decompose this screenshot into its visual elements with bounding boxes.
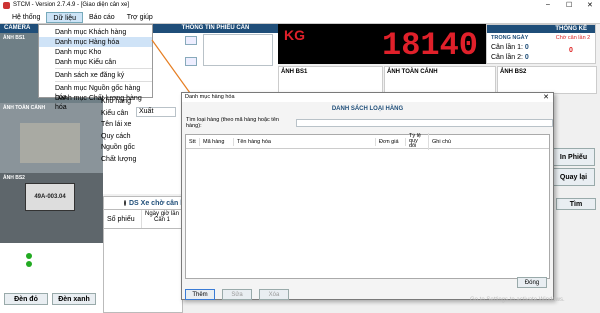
menu-he-thong[interactable]: Hệ thống: [6, 12, 46, 23]
label-ten-lai-xe: Tên lái xe: [101, 121, 132, 128]
kieu-can-field[interactable]: Xuất: [136, 107, 176, 117]
can1-value: 0: [524, 44, 529, 51]
col-ma-hang: Mã hàng: [200, 137, 234, 146]
dialog-close-icon[interactable]: ✕: [543, 93, 549, 101]
camera-bs2: ẢNH BS2 49A-003.04: [0, 173, 103, 243]
stats-header: THỐNG KÊ: [487, 25, 595, 33]
menu-chat-luong[interactable]: Danh mục Chất lượng hàng hóa: [39, 93, 152, 111]
label-quy-cach: Quy cách: [101, 132, 131, 140]
ticket-header: THÔNG TIN PHIẾU CÂN: [153, 24, 278, 33]
menu-bao-cao[interactable]: Báo cáo: [83, 12, 121, 23]
can2-label: Cân lần 2:: [491, 54, 523, 61]
close-dialog-button[interactable]: Đóng: [517, 277, 547, 288]
photo-bs2-label: ẢNH BS2: [500, 69, 527, 75]
col-so-phieu: Số phiếu: [104, 210, 142, 228]
menu-danh-muc-hang-hoa[interactable]: Danh mục Hàng hóa: [39, 37, 152, 47]
light-green-2-icon: [26, 261, 32, 267]
photo-bs2: ẢNH BS2: [497, 66, 597, 94]
radio-icon[interactable]: [124, 200, 126, 206]
dialog-hang-hoa: Danh mục hàng hóa ✕ DANH SÁCH LOẠI HÀNG …: [181, 92, 554, 300]
back-button[interactable]: Quay lại: [552, 168, 595, 186]
dialog-table: Stt Mã hàng Tên hàng hóa Đơn giá Tỷ lệ q…: [185, 133, 550, 279]
menu-nguon-goc[interactable]: Danh mục Nguồn gốc hàng hóa: [39, 83, 152, 101]
print-button[interactable]: In Phiếu: [552, 148, 595, 166]
close-button[interactable]: ✕: [587, 1, 593, 9]
truck-image: [20, 123, 80, 163]
light-green-1-icon: [26, 253, 32, 259]
col-don-gia: Đơn giá: [376, 137, 406, 146]
col-ghi-chu: Ghi chú: [432, 138, 451, 145]
du-lieu-dropdown: Danh mục Khách hàng Danh mục Hàng hóa Da…: [38, 24, 153, 111]
activation-watermark: Go to Settings to activate Windows.: [470, 297, 565, 303]
label-nguon-goc: Nguồn gốc: [101, 144, 135, 151]
arrow-annotation: [151, 39, 191, 94]
scale-value: 18140: [381, 27, 478, 64]
delete-button[interactable]: Xóa: [259, 289, 289, 300]
dialog-search-input[interactable]: [296, 119, 553, 127]
label-chat-luong: Chất lượng: [101, 155, 137, 163]
edit-button[interactable]: Sửa: [222, 289, 252, 300]
camera-bs1-label: ẢNH BS1: [3, 35, 25, 41]
label-kieu-can: Kiểu cân: [101, 109, 129, 117]
camera-bs2-label: ẢNH BS2: [3, 175, 25, 181]
pending-value: 0: [569, 47, 573, 54]
stats-can1: Cân lần 1: 0: [491, 44, 529, 51]
add-button[interactable]: Thêm: [185, 289, 215, 300]
window-title: STCM - Version 2.7.4.9 - [Giao diện cân …: [13, 2, 130, 8]
menu-tro-giup[interactable]: Trợ giúp: [121, 12, 159, 23]
camera-toan-canh-label: ẢNH TOÀN CẢNH: [3, 105, 46, 111]
scale-unit: KG: [284, 27, 305, 43]
photo-bs1-label: ẢNH BS1: [281, 69, 308, 75]
col-ten-hang: Tên hàng hóa: [234, 137, 376, 146]
search-button[interactable]: Tìm: [556, 198, 596, 210]
minimize-button[interactable]: –: [546, 1, 550, 8]
red-light-button[interactable]: Đèn đỏ: [4, 293, 48, 305]
plate-image: 49A-003.04: [25, 183, 75, 211]
traffic-light-area: [0, 243, 103, 293]
pending-label: Chờ cân lần 2: [555, 35, 591, 41]
can2-value: 0: [524, 54, 529, 61]
photo-toan-canh: ẢNH TOÀN CẢNH: [384, 66, 496, 94]
menu-separator: [55, 68, 152, 69]
green-light-button[interactable]: Đèn xanh: [52, 293, 96, 305]
col-ty-le: Tỷ lệ quy đổi: [406, 133, 429, 150]
waiting-panel: DS Xe chờ cân lần 2 Số phiếu Ngày giờ lầ…: [103, 196, 196, 313]
ticket-info-box: [203, 34, 273, 66]
menu-du-lieu[interactable]: Dữ liệu: [46, 12, 84, 23]
ticket-labels: Kho hàng Kiểu cân Tên lái xe Quy cách Ng…: [101, 96, 137, 165]
stats-can2: Cân lần 2: 0: [491, 54, 529, 61]
camera-toan-canh: ẢNH TOÀN CẢNH: [0, 103, 103, 173]
dialog-search-label: Tìm loại hàng (theo mã hàng hoặc tên hàn…: [186, 117, 279, 129]
dialog-titlebar: Danh mục hàng hóa ✕: [182, 93, 553, 102]
dialog-table-header: Stt Mã hàng Tên hàng hóa Đơn giá Tỷ lệ q…: [186, 133, 549, 150]
menu-danh-muc-khach-hang[interactable]: Danh mục Khách hàng: [39, 27, 152, 37]
menu-bar: Hệ thống Dữ liệu Báo cáo Trợ giúp: [0, 12, 600, 24]
maximize-button[interactable]: ☐: [566, 1, 572, 9]
title-bar: STCM - Version 2.7.4.9 - [Giao diện cân …: [0, 0, 600, 12]
stats-today: TRONG NGÀY: [491, 35, 529, 41]
menu-separator-2: [55, 81, 152, 82]
scale-display: KG 18140: [278, 24, 486, 64]
menu-danh-muc-kho[interactable]: Danh mục Kho: [39, 47, 152, 57]
dialog-heading: DANH SÁCH LOẠI HÀNG: [331, 106, 404, 112]
app-icon: [3, 2, 10, 9]
col-stt: Stt: [186, 137, 200, 146]
stats-panel: THỐNG KÊ TRONG NGÀY Cân lần 1: 0 Cân lần …: [486, 24, 596, 64]
dialog-title: Danh mục hàng hóa: [185, 94, 235, 100]
menu-danh-muc-kieu-can[interactable]: Danh mục Kiểu cân: [39, 57, 152, 67]
col-ngay-gio: Ngày giờ lần Cân 1: [145, 211, 179, 223]
photo-toan-canh-label: ẢNH TOÀN CẢNH: [387, 69, 438, 75]
can1-label: Cân lần 1:: [491, 44, 523, 51]
waiting-header: Số phiếu Ngày giờ lần Cân 1: [104, 209, 182, 229]
menu-danh-sach-xe[interactable]: Danh sách xe đăng ký: [39, 70, 152, 80]
photo-bs1: ẢNH BS1: [278, 66, 383, 94]
